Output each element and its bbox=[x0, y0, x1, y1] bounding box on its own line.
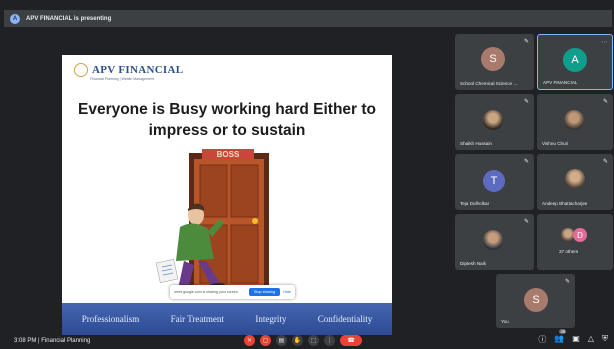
meeting-tools: ⓘ 👥 46 ▣ △ ⛨ bbox=[538, 329, 608, 345]
mic-off-icon: ✎ bbox=[565, 278, 571, 285]
presenting-banner: A APV FINANCIAL is presenting bbox=[4, 10, 612, 27]
avatar: D bbox=[573, 228, 587, 242]
meeting-separator: | bbox=[38, 338, 40, 344]
participant-tile-others[interactable]: D 37 others bbox=[537, 214, 613, 270]
camera-off-icon[interactable]: ▢ bbox=[260, 335, 271, 346]
participant-tile-diptesh-naik[interactable]: ✎ Diptesh Naik bbox=[455, 214, 534, 270]
hand-icon[interactable]: ✋ bbox=[292, 335, 303, 346]
avatar bbox=[565, 169, 585, 189]
chat-icon[interactable]: ▣ bbox=[572, 334, 580, 345]
participant-name: Diptesh Naik bbox=[460, 261, 487, 266]
meeting-time: 3:08 PM bbox=[14, 338, 37, 344]
mic-off-icon: ✎ bbox=[524, 38, 530, 45]
participant-tile-you[interactable]: ✎ S You bbox=[496, 274, 575, 328]
meeting-info: 3:08 PM | Financial Planning bbox=[14, 338, 90, 344]
avatar bbox=[483, 110, 503, 130]
share-popup-text: meet.google.com is sharing your screen. bbox=[174, 290, 239, 294]
stop-sharing-button[interactable]: Stop sharing bbox=[248, 288, 281, 296]
shared-slide: APV FINANCIAL Financial Planning | Wealt… bbox=[62, 55, 392, 335]
participant-name: Shaikh Hussain bbox=[460, 141, 492, 146]
mic-off-icon[interactable]: ✕ bbox=[244, 335, 255, 346]
presenting-text: APV FINANCIAL is presenting bbox=[26, 15, 112, 22]
call-controls: ✕ ▢ ▤ ✋ ⬚ ⋮ ☎ bbox=[244, 335, 362, 346]
participant-name: Andeep Bhattacharjee bbox=[542, 201, 588, 206]
avatar bbox=[564, 110, 584, 130]
host-controls-icon[interactable]: ⛨ bbox=[602, 334, 608, 345]
participant-tile-shaikh-hussain[interactable]: ✎ Shaikh Hussain bbox=[455, 94, 534, 150]
slide-title: Everyone is Busy working hard Either to … bbox=[70, 99, 384, 141]
mic-off-icon: ✎ bbox=[524, 158, 530, 165]
screen-share-popup: meet.google.com is sharing your screen. … bbox=[170, 285, 295, 299]
more-icon[interactable]: ⋮ bbox=[324, 335, 335, 346]
logo-text: APV FINANCIAL bbox=[92, 64, 184, 76]
logo-subtitle: Financial Planning | Wealth Management bbox=[90, 77, 154, 81]
participant-count-badge: 46 bbox=[559, 329, 567, 334]
participant-name: Vishnu Churi bbox=[542, 141, 569, 146]
participant-tile-vishnu-churi[interactable]: ✎ Vishnu Churi bbox=[537, 94, 613, 150]
avatar bbox=[483, 230, 503, 250]
mic-off-icon: ✎ bbox=[524, 98, 530, 105]
slide-logo: APV FINANCIAL bbox=[74, 63, 183, 77]
avatar: T bbox=[483, 170, 505, 192]
end-call-icon[interactable]: ☎ bbox=[340, 335, 362, 346]
presentation-stage: APV FINANCIAL Financial Planning | Wealt… bbox=[0, 30, 452, 335]
participant-name: APV FINANCIAL bbox=[543, 80, 578, 85]
avatar: S bbox=[524, 288, 548, 312]
avatar: S bbox=[481, 47, 505, 71]
hide-button[interactable]: Hide bbox=[283, 290, 291, 294]
footer-item-confidentiality: Confidentiality bbox=[317, 314, 373, 324]
mic-off-icon: ✎ bbox=[524, 218, 530, 225]
participant-tile-andeep-bhattacharjee[interactable]: ✎ Andeep Bhattacharjee bbox=[537, 154, 613, 210]
presenter-avatar: A bbox=[10, 13, 20, 24]
captions-icon[interactable]: ▤ bbox=[276, 335, 287, 346]
slide-title-line1: Everyone is Busy working hard Either to bbox=[77, 101, 377, 118]
door-sign-text: BOSS bbox=[217, 150, 240, 159]
participant-tile-school-chemical-science[interactable]: ✎ S School Chemical Science ... bbox=[455, 34, 534, 90]
activities-icon[interactable]: △ bbox=[588, 334, 594, 345]
participant-name: School Chemical Science ... bbox=[460, 81, 518, 86]
present-icon[interactable]: ⬚ bbox=[308, 335, 319, 346]
bottom-toolbar: 3:08 PM | Financial Planning ✕ ▢ ▤ ✋ ⬚ ⋮… bbox=[0, 329, 614, 349]
info-icon[interactable]: ⓘ bbox=[538, 334, 546, 345]
meeting-title: Financial Planning bbox=[41, 338, 91, 344]
slide-title-line2: impress or to sustain bbox=[148, 122, 306, 139]
participant-tile-teja-dolholkar[interactable]: ✎ T Teja Dolholkar bbox=[455, 154, 534, 210]
footer-item-fair-treatment: Fair Treatment bbox=[170, 314, 224, 324]
boss-door-illustration: BOSS bbox=[155, 149, 269, 295]
participant-tile-apv-financial[interactable]: ⋯ A APV FINANCIAL bbox=[537, 34, 613, 90]
participant-name: You bbox=[501, 319, 509, 324]
participant-name: Teja Dolholkar bbox=[460, 201, 490, 206]
footer-item-professionalism: Professionalism bbox=[81, 314, 140, 324]
more-options-icon[interactable]: ⋯ bbox=[601, 38, 608, 46]
people-icon[interactable]: 👥 46 bbox=[554, 329, 567, 345]
participant-name: 37 others bbox=[559, 249, 579, 254]
avatar: A bbox=[563, 48, 587, 72]
footer-item-integrity: Integrity bbox=[255, 314, 287, 324]
mic-off-icon: ✎ bbox=[603, 158, 609, 165]
mic-off-icon: ✎ bbox=[603, 98, 609, 105]
logo-mark-icon bbox=[74, 63, 88, 77]
